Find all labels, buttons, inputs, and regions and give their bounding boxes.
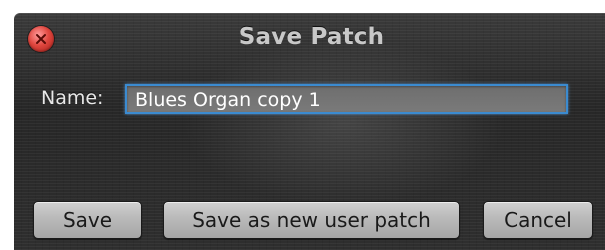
cancel-button[interactable]: Cancel <box>483 201 593 239</box>
name-label: Name: <box>41 87 104 109</box>
save-as-new-user-patch-button[interactable]: Save as new user patch <box>163 201 460 239</box>
save-button[interactable]: Save <box>33 201 142 239</box>
save-patch-dialog: Save Patch Name: Save Save as new user p… <box>14 13 605 250</box>
patch-name-input[interactable] <box>125 84 568 114</box>
dialog-title: Save Patch <box>238 24 385 50</box>
